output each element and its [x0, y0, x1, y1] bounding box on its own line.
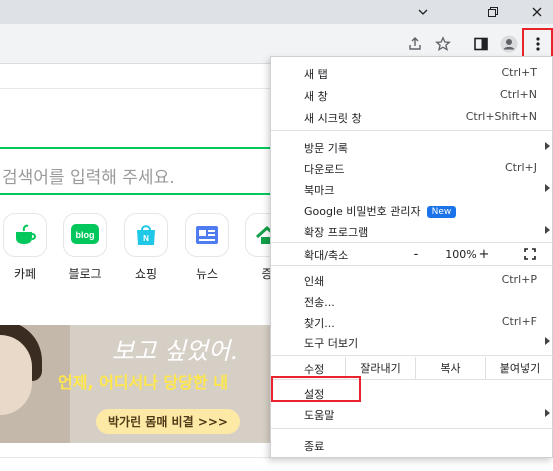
- service-news[interactable]: 뉴스: [180, 213, 234, 282]
- service-label: 쇼핑: [134, 267, 158, 281]
- menu-item-cast[interactable]: 전송...: [271, 290, 553, 312]
- menu-item-help[interactable]: 도움말: [271, 403, 553, 425]
- service-label: 블로그: [68, 267, 102, 281]
- menu-item-new-tab[interactable]: 새 탭 Ctrl+T: [271, 62, 553, 84]
- star-icon[interactable]: [433, 34, 453, 54]
- banner-headline: 언제, 어디서나 당당한 내: [58, 373, 228, 392]
- restore-button[interactable]: [470, 0, 516, 24]
- shortcut: Ctrl+J: [504, 161, 537, 174]
- menu-item-print[interactable]: 인쇄 Ctrl+P: [271, 269, 553, 291]
- settings-highlight-box: [271, 376, 361, 402]
- title-bar: [0, 0, 553, 24]
- chevron-down-icon: [418, 9, 428, 15]
- search-input-placeholder: 검색어를 입력해 주세요.: [2, 168, 175, 188]
- shortcut: Ctrl+Shift+N: [465, 110, 537, 123]
- menu-separator: [271, 130, 553, 131]
- banner-script-text: 보고 싶었어.: [112, 337, 238, 365]
- close-icon: [532, 7, 542, 17]
- new-badge: New: [426, 206, 457, 218]
- service-cafe[interactable]: 카페: [0, 213, 52, 282]
- service-blog[interactable]: blog 블로그: [58, 213, 112, 282]
- shortcut: Ctrl+N: [499, 88, 537, 101]
- restore-icon: [488, 7, 498, 17]
- chevron-right-icon: [545, 337, 550, 345]
- shopping-icon: N: [124, 213, 168, 257]
- menu-separator: [271, 428, 553, 429]
- close-button[interactable]: [514, 0, 553, 24]
- menu-item-history[interactable]: 방문 기록: [271, 136, 553, 158]
- fullscreen-button[interactable]: [517, 243, 543, 265]
- chevron-right-icon: [545, 409, 550, 417]
- profile-icon[interactable]: [499, 34, 519, 54]
- menu-item-downloads[interactable]: 다운로드 Ctrl+J: [271, 157, 553, 179]
- shortcut: Ctrl+T: [501, 66, 537, 79]
- chevron-right-icon: [545, 184, 550, 192]
- minimize-button[interactable]: [400, 0, 446, 24]
- blog-icon: blog: [63, 213, 107, 257]
- service-label: 뉴스: [195, 267, 219, 281]
- share-icon[interactable]: [405, 34, 425, 54]
- shortcut: Ctrl+P: [501, 273, 537, 286]
- menu-item-more-tools[interactable]: 도구 더보기: [271, 331, 553, 353]
- news-icon: [185, 213, 229, 257]
- menu-item-extensions[interactable]: 확장 프로그램: [271, 220, 553, 242]
- svg-text:blog: blog: [76, 230, 95, 240]
- menu-separator: [271, 355, 553, 356]
- ad-banner[interactable]: 보고 싶었어. 언제, 어디서나 당당한 내 박가린 몸매 비결 >>>: [0, 325, 270, 443]
- zoom-row: 확대/축소 - 100% +: [271, 243, 553, 265]
- zoom-in-button[interactable]: +: [469, 243, 499, 265]
- chevron-right-icon: [545, 142, 550, 150]
- chevron-right-icon: [545, 226, 550, 234]
- edit-label: 수정: [304, 363, 325, 376]
- address-bar[interactable]: [0, 29, 462, 59]
- paste-button[interactable]: 붙여넣기: [485, 357, 553, 379]
- menu-item-exit[interactable]: 종료: [271, 434, 553, 456]
- service-label: 카페: [13, 267, 37, 281]
- copy-button[interactable]: 복사: [415, 357, 485, 379]
- svg-text:N: N: [143, 234, 149, 243]
- menu-item-password-manager[interactable]: Google 비밀번호 관리자 New: [271, 199, 553, 221]
- side-panel-icon[interactable]: [471, 34, 491, 54]
- shortcut: Ctrl+F: [501, 315, 537, 328]
- service-shopping[interactable]: N 쇼핑: [119, 213, 173, 282]
- zoom-label: 확대/축소: [304, 249, 349, 262]
- search-box[interactable]: 검색어를 입력해 주세요.: [0, 147, 294, 195]
- cafe-icon: [3, 213, 47, 257]
- menu-separator: [271, 265, 553, 266]
- fullscreen-icon: [524, 248, 536, 260]
- menu-item-new-window[interactable]: 새 창 Ctrl+N: [271, 84, 553, 106]
- menu-item-bookmarks[interactable]: 북마크: [271, 178, 553, 200]
- menu-item-find[interactable]: 찾기... Ctrl+F: [271, 311, 553, 333]
- banner-cta[interactable]: 박가린 몸매 비결 >>>: [96, 409, 240, 434]
- menu-item-new-incognito[interactable]: 새 시크릿 창 Ctrl+Shift+N: [271, 106, 553, 128]
- more-vert-icon: [535, 37, 540, 51]
